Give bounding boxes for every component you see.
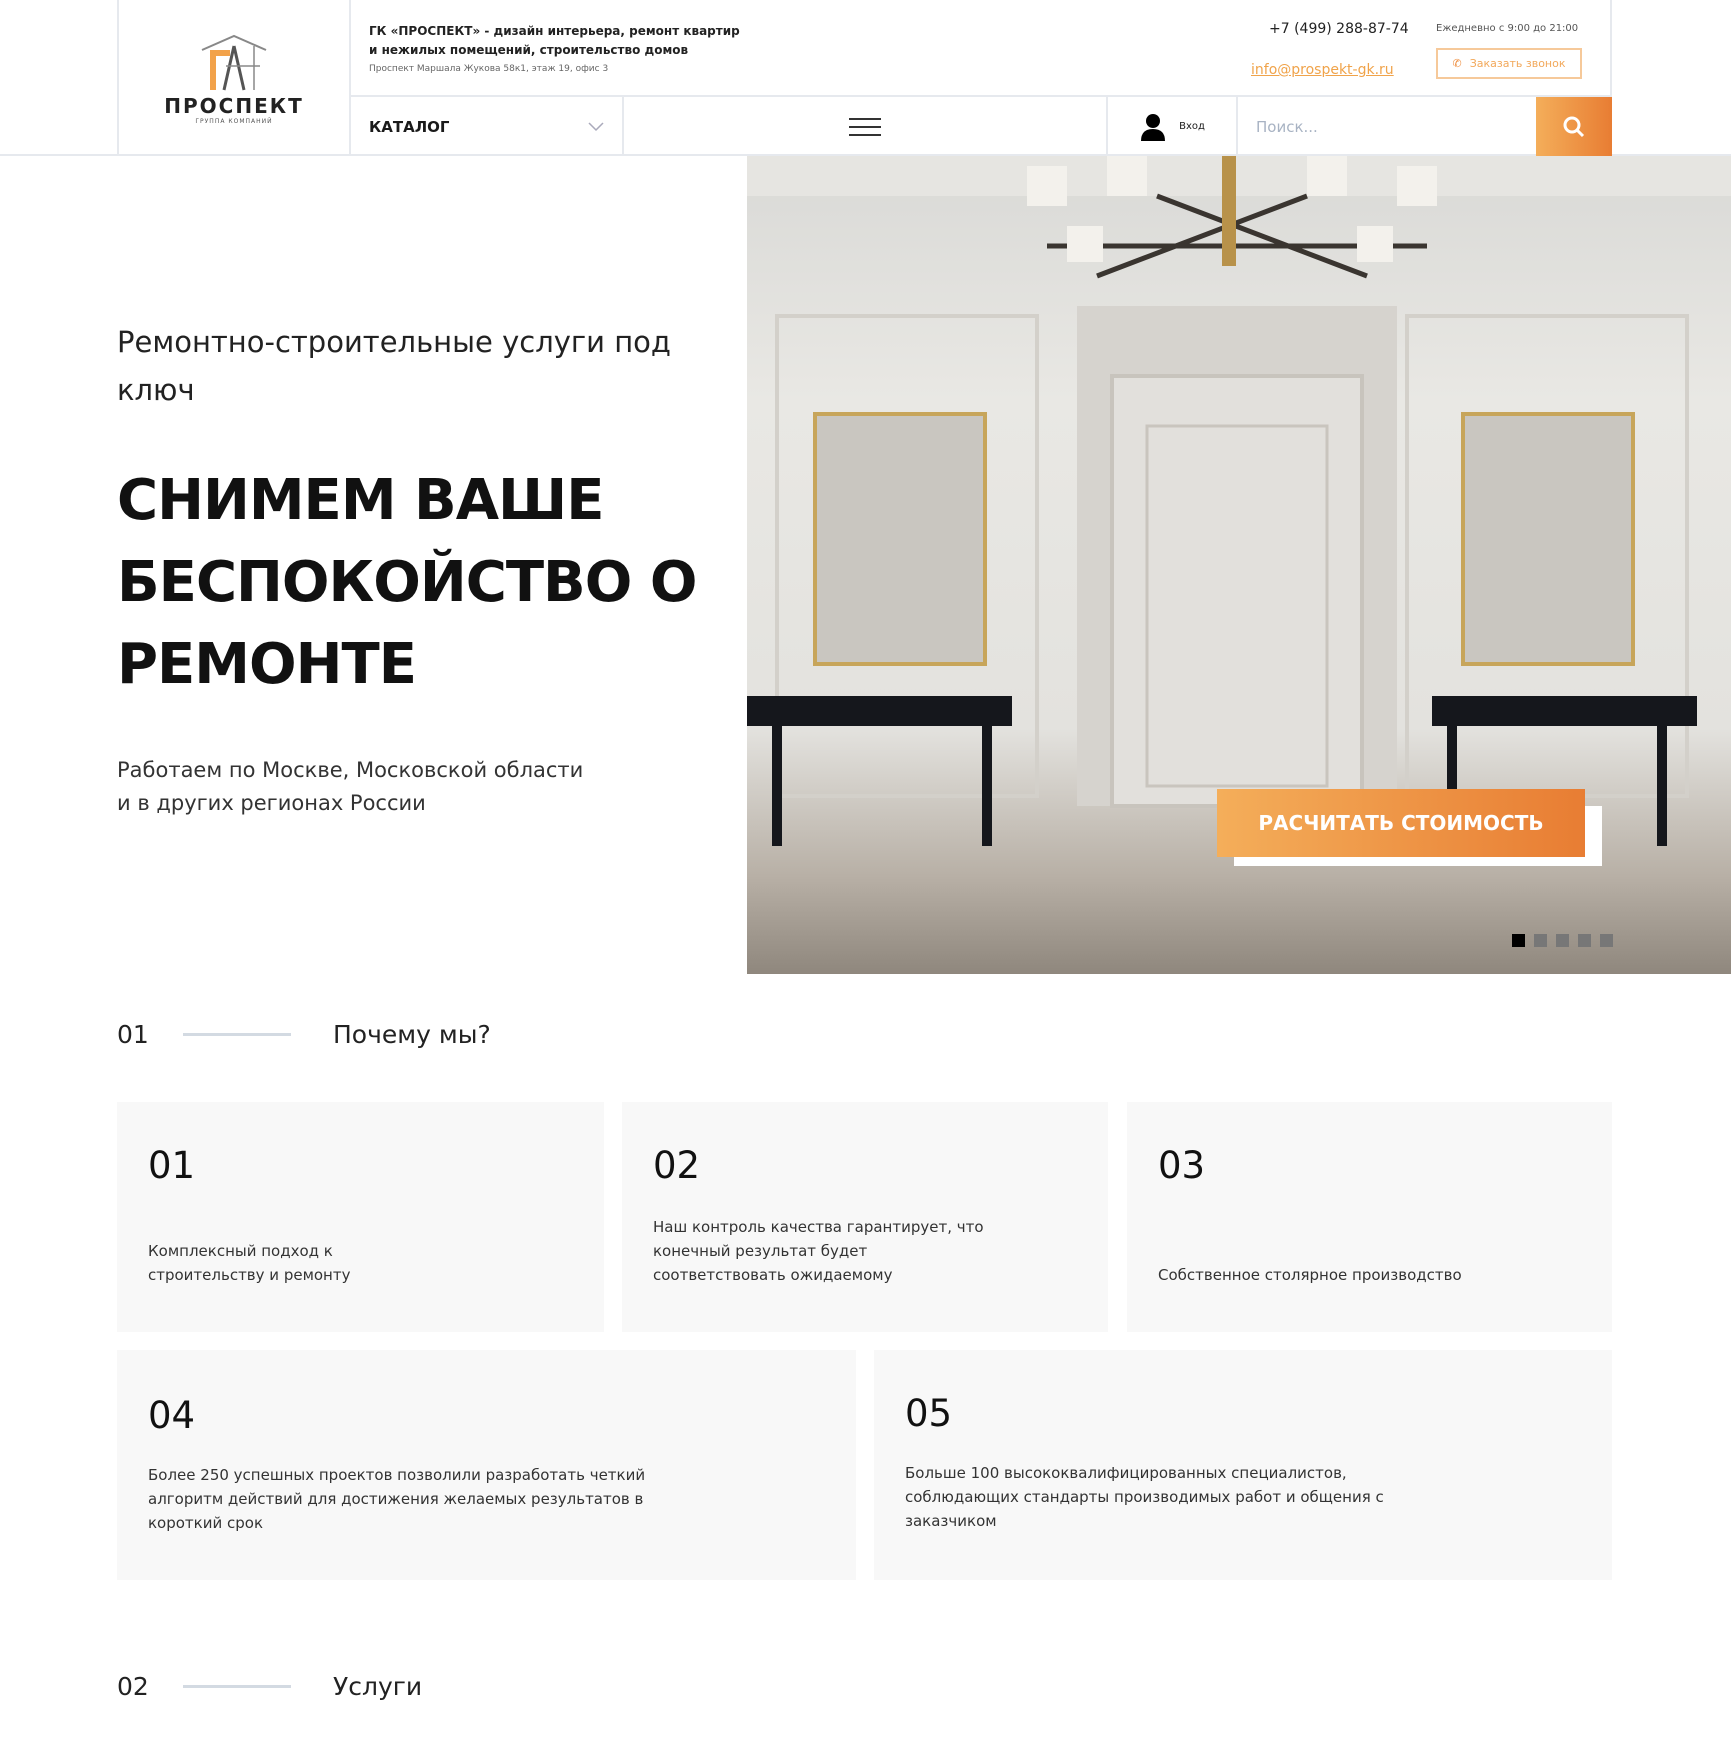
card-number: 01: [148, 1144, 196, 1187]
slide-dot-1[interactable]: [1512, 934, 1525, 947]
advantage-card: 05 Больше 100 высококвалифицированных спе…: [874, 1350, 1612, 1580]
slide-dot-3[interactable]: [1556, 934, 1569, 947]
section-title: Почему мы?: [333, 1020, 491, 1049]
section-divider: [183, 1033, 291, 1036]
card-text: Наш контроль качества гарантирует, что к…: [653, 1218, 984, 1284]
login-label: Вход: [1179, 121, 1205, 132]
card-text: Комплексный подход к строительству и рем…: [148, 1242, 351, 1284]
advantage-card: 03 Собственное столярное производство: [1127, 1102, 1612, 1332]
site-header: ПРОСПЕКТ ГРУППА КОМПАНИЙ ГК «ПРОСПЕКТ» -…: [0, 0, 1731, 156]
company-address: Проспект Маршала Жукова 58к1, этаж 19, о…: [369, 64, 609, 74]
section-number: 01: [117, 1020, 149, 1049]
company-description: ГК «ПРОСПЕКТ» - дизайн интерьера, ремонт…: [369, 24, 740, 57]
working-hours: Ежедневно с 9:00 до 21:00: [1436, 23, 1579, 34]
logo-name: ПРОСПЕКТ: [164, 93, 304, 118]
hamburger-icon: [849, 117, 881, 136]
card-number: 03: [1158, 1144, 1206, 1187]
advantage-card: 02 Наш контроль качества гарантирует, что…: [622, 1102, 1108, 1332]
search-icon: [1563, 116, 1585, 137]
search-input[interactable]: Поиск...: [1238, 97, 1536, 156]
hero-regions: Работаем по Москве, Московской области и…: [117, 758, 584, 815]
section-divider: [183, 1685, 291, 1688]
search-button[interactable]: [1536, 97, 1612, 156]
header-info: ГК «ПРОСПЕКТ» - дизайн интерьера, ремонт…: [351, 0, 1612, 97]
card-text: Более 250 успешных проектов позволили ра…: [148, 1466, 646, 1532]
card-text: Больше 100 высококвалифицированных специ…: [905, 1464, 1384, 1530]
order-call-button[interactable]: ✆ Заказать звонок: [1436, 48, 1582, 79]
hero-title: Снимем ваше беспокойство о ремонте: [117, 468, 697, 697]
section-number: 02: [117, 1672, 149, 1701]
catalog-label: КАТАЛОГ: [369, 117, 450, 136]
section-title: Услуги: [333, 1672, 423, 1701]
slide-dot-5[interactable]: [1600, 934, 1613, 947]
order-call-label: Заказать звонок: [1469, 57, 1566, 70]
catalog-dropdown[interactable]: КАТАЛОГ: [351, 97, 624, 156]
card-number: 04: [148, 1394, 196, 1437]
card-number: 02: [653, 1144, 701, 1187]
card-number: 05: [905, 1392, 953, 1435]
logo-house-icon: [201, 34, 267, 90]
login-button[interactable]: Вход: [1108, 97, 1238, 156]
logo-subtitle: ГРУППА КОМПАНИЙ: [195, 117, 273, 125]
advantage-card: 01 Комплексный подход к строительству и р…: [117, 1102, 604, 1332]
slide-dot-2[interactable]: [1534, 934, 1547, 947]
user-icon: [1141, 113, 1166, 141]
phone-icon: ✆: [1452, 57, 1462, 70]
chevron-down-icon: [588, 121, 604, 131]
slider-dots: [1512, 934, 1613, 947]
calculate-cost-button[interactable]: РАСЧИТАТЬ СТОИМОСТЬ: [1217, 789, 1585, 857]
menu-button[interactable]: [624, 97, 1108, 156]
section-why-heading: 01 Почему мы?: [117, 1020, 491, 1049]
logo[interactable]: ПРОСПЕКТ ГРУППА КОМПАНИЙ: [117, 0, 351, 156]
section-services-heading: 02 Услуги: [117, 1672, 422, 1701]
phone-link[interactable]: +7 (499) 288-87-74: [1269, 21, 1409, 37]
advantage-card: 04 Более 250 успешных проектов позволили …: [117, 1350, 856, 1580]
card-text: Собственное столярное производство: [1158, 1266, 1462, 1284]
hero-subtitle: Ремонтно-строительные услуги под ключ: [117, 325, 671, 407]
slide-dot-4[interactable]: [1578, 934, 1591, 947]
email-link[interactable]: info@prospekt-gk.ru: [1251, 62, 1394, 78]
